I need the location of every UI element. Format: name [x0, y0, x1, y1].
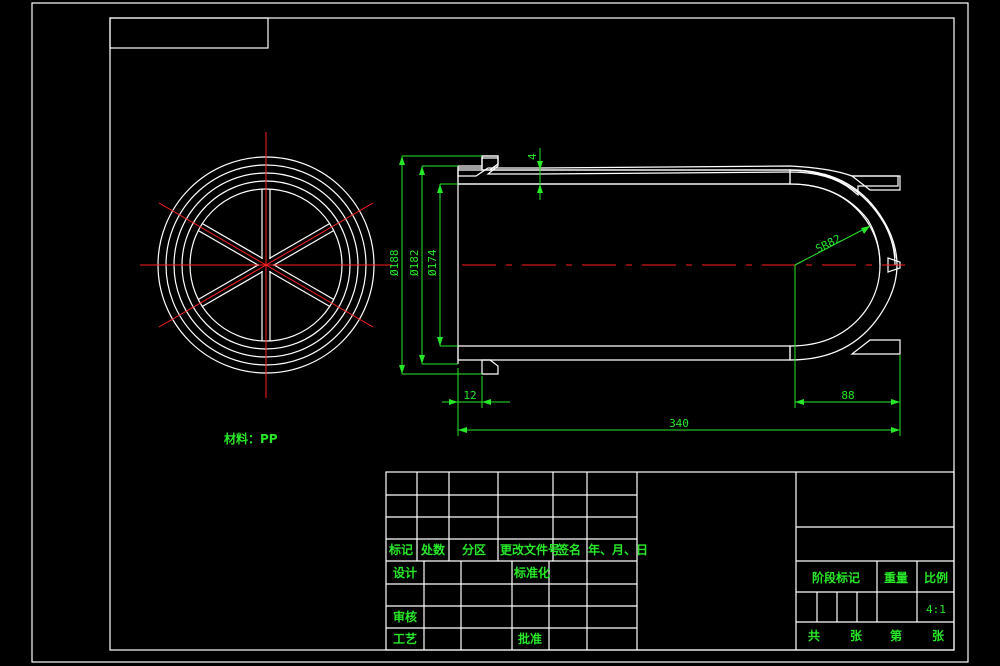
dim-outer-diameter: Ø188: [388, 250, 401, 277]
spoke-edge-1-0: [201, 270, 264, 308]
spoke-edge-2-0: [197, 229, 260, 267]
tb-count: 处数: [420, 542, 446, 557]
code-box: [109, 17, 269, 49]
tb-number: 第: [890, 628, 902, 643]
dim-inner-diameter: Ø174: [426, 249, 439, 276]
spoke-edge-5-0: [272, 263, 335, 301]
spoke-edge-4-0: [268, 222, 331, 260]
engineering-drawing: Ø188 Ø182 Ø174 4 12 88 340 SR82 材料：PP 标记…: [31, 2, 969, 663]
lower-rim: [850, 339, 901, 355]
dim-middle-diameter: Ø182: [408, 250, 421, 277]
tb-date: 年、月、日: [588, 542, 648, 557]
material-note: 材料：PP: [223, 431, 278, 446]
tb-zone: 分区: [462, 542, 486, 557]
upper-rim: [850, 175, 901, 191]
lower-straight-wall: [457, 345, 791, 361]
tb-signature: 签名: [556, 542, 581, 557]
dim-flange-offset: 12: [463, 389, 476, 402]
tb-review: 审核: [393, 609, 417, 624]
spoke-edge-1-1: [197, 263, 260, 301]
tb-scale-label: 比例: [924, 570, 948, 585]
tb-mark: 标记: [388, 542, 413, 557]
dim-dome-radius: SR82: [813, 232, 843, 256]
tb-scale-value: 4:1: [926, 603, 946, 616]
lower-flange-nub: [481, 359, 499, 375]
tb-total: 共: [808, 628, 820, 643]
dimensions: Ø188 Ø182 Ø174 4 12 88 340 SR82: [388, 148, 901, 436]
tb-sheet: 张: [850, 628, 863, 643]
section-view: [457, 155, 905, 375]
end-view: [140, 132, 392, 398]
tb-change-doc: 更改文件号: [500, 542, 560, 557]
tb-sheet-2: 张: [932, 628, 945, 643]
tb-process: 工艺: [393, 631, 417, 646]
dim-dome-length: 88: [841, 389, 854, 402]
tb-stage-mark: 阶段标记: [812, 570, 860, 585]
spoke-edge-4-1: [272, 229, 335, 267]
tb-standardization: 标准化: [513, 565, 550, 580]
inner-profile-upper: [458, 183, 881, 266]
title-block: 标记 处数 分区 更改文件号 签名 年、月、日 设计 标准化 审核 工艺 批准 …: [385, 471, 955, 651]
tb-approve: 批准: [518, 631, 542, 646]
dim-total-length: 340: [669, 417, 689, 430]
tb-weight: 重量: [884, 570, 908, 585]
spoke-edge-5-1: [268, 270, 331, 308]
outer-frame: [31, 2, 969, 663]
dim-wall-thickness: 4: [526, 153, 539, 160]
spoke-edge-2-1: [201, 222, 264, 260]
tb-design: 设计: [393, 565, 417, 580]
